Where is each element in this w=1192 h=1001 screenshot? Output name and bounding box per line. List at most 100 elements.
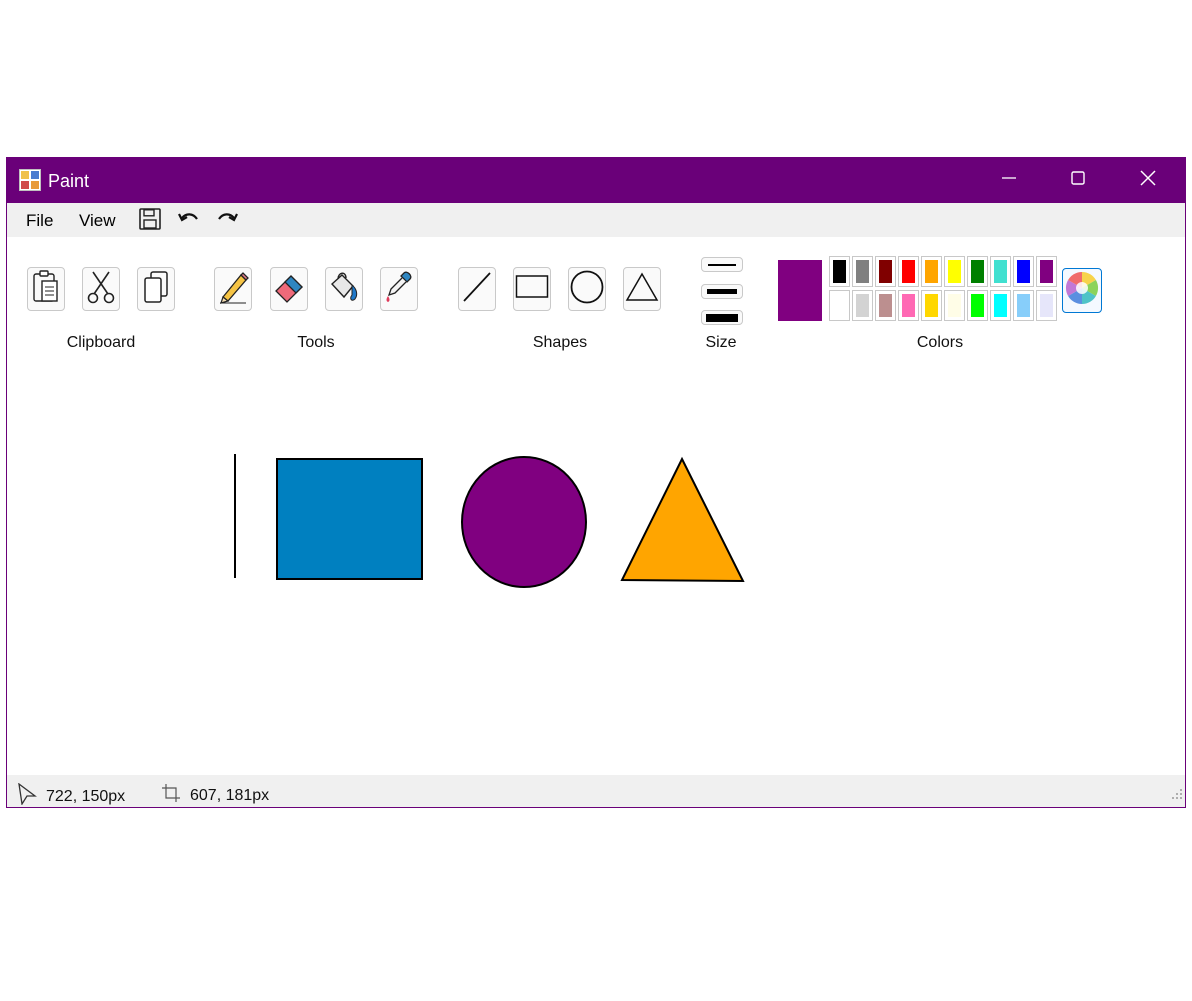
color-swatch-fill [925, 260, 938, 283]
color-swatch-fill [902, 294, 915, 317]
color-swatch-fill [994, 260, 1007, 283]
medium-line-icon [707, 289, 737, 294]
title-bar[interactable]: Paint [7, 158, 1185, 203]
color-swatch-fill [856, 294, 869, 317]
rectangle-shape-button[interactable] [513, 267, 551, 311]
rectangle-icon [515, 274, 549, 305]
color-swatch-fill [856, 260, 869, 283]
cursor-icon [17, 782, 37, 810]
circle-icon [570, 270, 604, 309]
resize-grip-icon[interactable] [1171, 787, 1183, 805]
paint-window: Paint File View Clipboard Tools Shapes S… [6, 157, 1186, 808]
save-icon [139, 207, 161, 235]
color-swatch[interactable] [1036, 290, 1057, 321]
color-swatch[interactable] [898, 290, 919, 321]
circle-shape-button[interactable] [568, 267, 606, 311]
scissors-icon [86, 269, 116, 310]
color-swatch-fill [948, 260, 961, 283]
save-button[interactable] [138, 207, 162, 235]
triangle-icon [625, 271, 659, 307]
size-small-button[interactable] [701, 257, 743, 272]
colors-group-label: Colors [916, 334, 964, 351]
color-swatch[interactable] [852, 256, 873, 287]
menu-file[interactable]: File [26, 211, 53, 231]
selection-size-status: 607, 181px [161, 783, 269, 808]
maximize-icon [1070, 170, 1086, 191]
ribbon: Clipboard Tools Shapes Size Colors [7, 237, 1185, 357]
tools-group-label: Tools [297, 334, 335, 351]
color-swatch-fill [879, 260, 892, 283]
canvas-drawing [234, 454, 745, 588]
menu-view[interactable]: View [79, 211, 116, 231]
drawn-circle [461, 456, 587, 588]
color-swatch[interactable] [921, 256, 942, 287]
color-swatch[interactable] [921, 290, 942, 321]
color-swatch[interactable] [967, 290, 988, 321]
color-swatch[interactable] [944, 256, 965, 287]
color-swatch-fill [833, 294, 846, 317]
drawn-triangle [620, 456, 745, 583]
cursor-position-text: 722, 150px [46, 787, 126, 805]
color-swatch-fill [833, 260, 846, 283]
color-swatch-fill [925, 294, 938, 317]
color-swatch-fill [971, 294, 984, 317]
clipboard-group-label: Clipboard [66, 334, 136, 351]
color-swatch-fill [971, 260, 984, 283]
color-swatch[interactable] [1013, 256, 1034, 287]
fill-tool[interactable] [325, 267, 363, 311]
color-swatch[interactable] [852, 290, 873, 321]
close-icon [1139, 169, 1157, 192]
paste-button[interactable] [27, 267, 65, 311]
status-bar: 722, 150px 607, 181px [7, 775, 1185, 807]
thick-line-icon [706, 313, 738, 322]
pencil-tool[interactable] [214, 267, 252, 311]
color-swatch-fill [1017, 260, 1030, 283]
drawing-canvas[interactable] [7, 357, 1185, 775]
color-swatch[interactable] [990, 290, 1011, 321]
color-wheel-icon [1065, 271, 1099, 310]
menu-bar: File View [7, 203, 1185, 237]
minimize-button[interactable] [975, 158, 1043, 203]
paint-palette-icon [19, 169, 41, 191]
close-button[interactable] [1114, 158, 1182, 203]
size-large-button[interactable] [701, 310, 743, 325]
paint-bucket-icon [328, 269, 360, 310]
color-swatch[interactable] [990, 256, 1011, 287]
redo-icon [216, 210, 238, 233]
size-group-label: Size [705, 334, 737, 351]
undo-icon [178, 210, 200, 233]
color-swatch[interactable] [829, 290, 850, 321]
color-swatch[interactable] [967, 256, 988, 287]
size-medium-button[interactable] [701, 284, 743, 299]
edit-colors-button[interactable] [1062, 268, 1102, 313]
color-picker-tool[interactable] [380, 267, 418, 311]
color-swatch[interactable] [944, 290, 965, 321]
color-swatch[interactable] [1036, 256, 1057, 287]
maximize-button[interactable] [1044, 158, 1112, 203]
copy-button[interactable] [137, 267, 175, 311]
pencil-icon [217, 270, 249, 309]
current-color[interactable] [778, 260, 822, 321]
window-title: Paint [48, 171, 90, 191]
cut-button[interactable] [82, 267, 120, 311]
color-swatch[interactable] [829, 256, 850, 287]
redo-button[interactable] [215, 209, 239, 233]
color-swatch[interactable] [898, 256, 919, 287]
undo-button[interactable] [177, 209, 201, 233]
shapes-group-label: Shapes [532, 334, 588, 351]
color-swatch-fill [879, 294, 892, 317]
line-shape-button[interactable] [458, 267, 496, 311]
paste-icon [32, 269, 60, 309]
color-swatch-fill [1017, 294, 1030, 317]
color-swatch[interactable] [1013, 290, 1034, 321]
eraser-icon [273, 271, 305, 308]
color-swatch[interactable] [875, 256, 896, 287]
color-swatch[interactable] [875, 290, 896, 321]
cursor-position-status: 722, 150px [17, 782, 126, 810]
color-swatch-fill [948, 294, 961, 317]
color-swatch-fill [902, 260, 915, 283]
eraser-tool[interactable] [270, 267, 308, 311]
color-swatch-fill [1040, 260, 1053, 283]
triangle-shape-button[interactable] [623, 267, 661, 311]
copy-icon [142, 270, 170, 309]
